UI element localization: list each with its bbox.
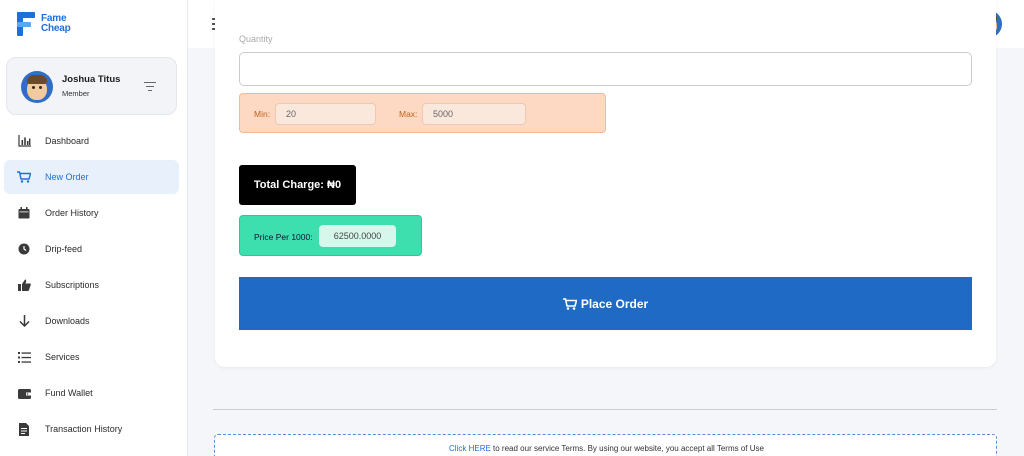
sidebar-item-dashboard[interactable]: Dashboard [4, 124, 179, 158]
receipt-icon [17, 422, 31, 436]
terms-notice: Click HERE to read our service Terms. By… [214, 434, 997, 456]
brand-line2: Cheap [41, 23, 71, 34]
user-role: Member [62, 89, 90, 98]
user-card: Joshua Titus Member [6, 57, 177, 115]
user-name: Joshua Titus [62, 74, 121, 85]
min-max-panel: Min: 20 Max: 5000 [239, 93, 606, 133]
quantity-label: Quantity [239, 34, 273, 44]
place-order-label: Place Order [580, 296, 649, 311]
arrow-down-icon [17, 314, 31, 328]
sidebar-item-label: Fund Wallet [45, 388, 93, 398]
sidebar-item-fund-wallet[interactable]: Fund Wallet [4, 376, 179, 410]
price-per-label: Price Per 1000: [254, 232, 313, 242]
total-charge: Total Charge: ₦0 [239, 165, 356, 205]
thumbs-up-icon [17, 278, 31, 292]
sidebar-item-label: New Order [45, 172, 89, 182]
sidebar-item-label: Subscriptions [45, 280, 100, 290]
terms-text: to read our service Terms. By using our … [490, 444, 764, 453]
cart-icon [562, 297, 577, 310]
sidebar-item-label: Drip-feed [45, 244, 83, 254]
min-label: Min: [254, 109, 271, 119]
terms-link[interactable]: Click HERE [449, 444, 491, 453]
calendar-icon [17, 206, 31, 220]
sidebar-item-order-history[interactable]: Order History [4, 196, 179, 230]
brand-logo[interactable]: Fame Cheap [17, 10, 71, 38]
new-order-card: Quantity Min: 20 Max: 5000 Total Charge:… [215, 0, 996, 367]
sidebar-item-label: Services [45, 352, 80, 362]
sidebar-item-label: Transaction History [45, 424, 123, 434]
max-value: 5000 [422, 103, 526, 125]
quantity-input[interactable] [239, 52, 972, 86]
sidebar-item-downloads[interactable]: Downloads [4, 304, 179, 338]
bar-chart-icon [17, 134, 31, 148]
sidebar-item-subscriptions[interactable]: Subscriptions [4, 268, 179, 302]
divider [213, 409, 997, 410]
sidebar-item-drip-feed[interactable]: Drip-feed [4, 232, 179, 266]
max-label: Max: [399, 109, 418, 119]
price-per-1000-panel: Price Per 1000: 62500.0000 [239, 215, 422, 256]
sidebar-item-label: Downloads [45, 316, 90, 326]
sidebar-item-transaction-history[interactable]: Transaction History [4, 412, 179, 446]
sidebar-nav: Dashboard New Order Order History Drip-f… [0, 124, 188, 448]
list-icon [17, 350, 31, 364]
sidebar-item-label: Dashboard [45, 136, 90, 146]
clock-icon [17, 242, 31, 256]
min-value: 20 [275, 103, 376, 125]
sidebar-item-new-order[interactable]: New Order [4, 160, 179, 194]
logo-icon [17, 10, 37, 38]
sidebar-item-services[interactable]: Services [4, 340, 179, 374]
price-per-value: 62500.0000 [319, 225, 396, 247]
avatar [21, 71, 53, 103]
cart-icon [17, 170, 31, 184]
place-order-button[interactable]: Place Order [239, 277, 972, 330]
sidebar-item-label: Order History [45, 208, 99, 218]
sidebar: Fame Cheap Joshua Titus Member Dashboard… [0, 0, 188, 456]
filter-icon[interactable] [144, 82, 156, 92]
wallet-icon [17, 386, 31, 400]
